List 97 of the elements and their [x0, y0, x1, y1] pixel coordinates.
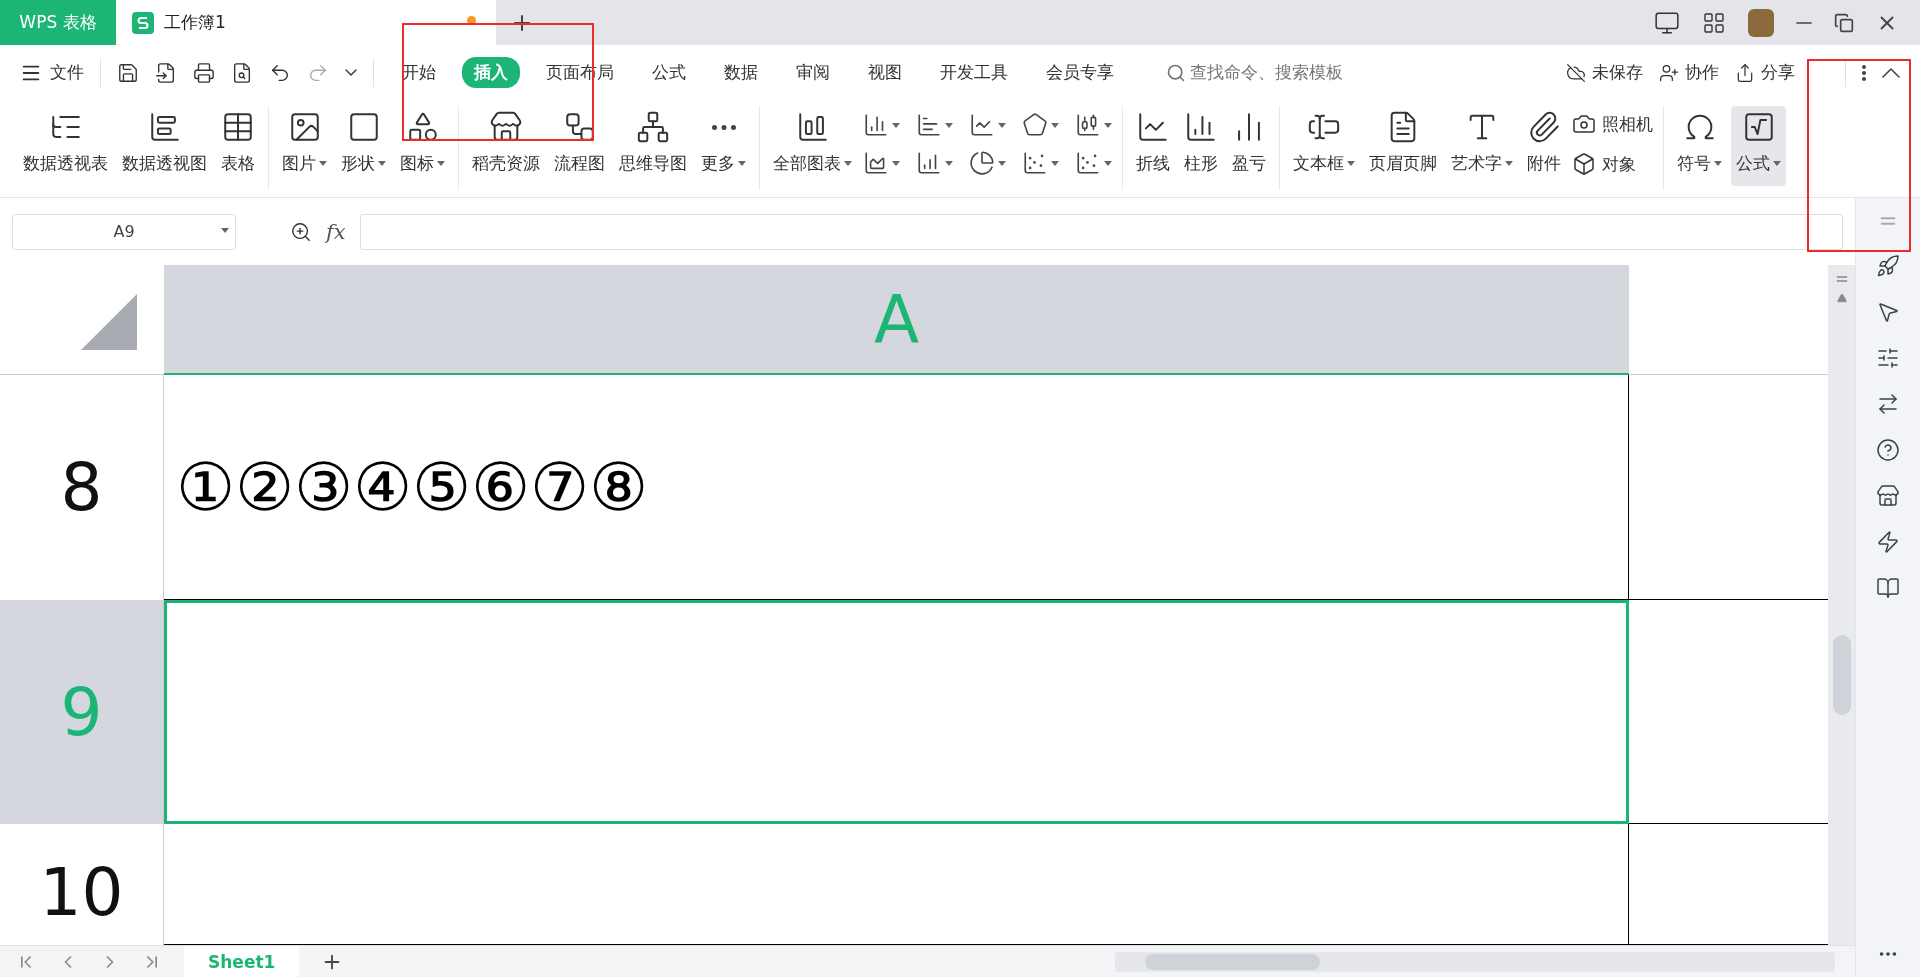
ribbon-button[interactable]: 文本框	[1288, 106, 1360, 186]
name-box[interactable]: A9	[12, 213, 236, 250]
rocket-icon[interactable]	[1876, 254, 1900, 278]
ribbon-button[interactable]: 全部图表	[768, 106, 857, 186]
cell[interactable]: ①②③④⑤⑥⑦⑧	[164, 375, 1629, 600]
spreadsheet-logo-icon	[132, 11, 154, 34]
screen-icon[interactable]	[1654, 9, 1680, 36]
pointer-icon[interactable]	[1876, 300, 1900, 324]
chevron-down-icon	[345, 69, 357, 76]
preview-icon[interactable]	[231, 61, 253, 84]
action-button[interactable]: 分享	[1735, 61, 1795, 84]
mind-map-icon	[636, 110, 670, 144]
ribbon-button[interactable]: 稻壳资源	[467, 106, 545, 186]
share-icon	[1735, 62, 1755, 83]
chevron-up-icon	[1882, 67, 1900, 78]
scrollbar-thumb[interactable]	[1145, 953, 1320, 970]
store-icon[interactable]	[1876, 484, 1900, 508]
ribbon-button[interactable]: 艺术字	[1446, 106, 1518, 186]
camera-icon	[1572, 112, 1596, 136]
area-chart-icon	[863, 150, 889, 176]
menu-tab[interactable]: 视图	[856, 57, 914, 88]
grid-icon[interactable]	[1702, 10, 1726, 35]
bar-chart-icon	[916, 112, 942, 138]
book-icon[interactable]	[1876, 576, 1900, 600]
cell[interactable]	[164, 600, 1629, 824]
ribbon-button[interactable]: 数据透视图	[117, 106, 212, 186]
ribbon-button[interactable]: 更多	[696, 106, 751, 186]
candlestick-chart-icon	[1075, 112, 1101, 138]
lightning-icon[interactable]	[1876, 530, 1900, 554]
menu-tab[interactable]: 公式	[640, 57, 698, 88]
restore-icon	[1834, 12, 1854, 33]
printer-icon[interactable]	[193, 61, 215, 84]
save-icon[interactable]	[117, 61, 139, 84]
function-label[interactable]: fx	[326, 219, 346, 244]
paperclip-icon	[1527, 110, 1561, 144]
zoom-icon[interactable]	[290, 220, 312, 243]
menu-tab[interactable]: 开始	[390, 57, 448, 88]
line-chart-icon	[969, 112, 995, 138]
more-options-button[interactable]	[1862, 64, 1866, 81]
ribbon-button[interactable]: 图片	[277, 106, 332, 186]
restore-button[interactable]	[1834, 12, 1854, 33]
rising-chart-icon	[916, 150, 942, 176]
ribbon-button[interactable]: 柱形	[1179, 106, 1223, 186]
cloud-icon	[1566, 62, 1586, 83]
ribbon-button[interactable]: 页眉页脚	[1364, 106, 1442, 186]
ribbon-button[interactable]: 照相机	[1570, 110, 1655, 138]
pie-chart-icon	[969, 150, 995, 176]
scroll-up-icon[interactable]	[1836, 293, 1847, 303]
menu-tab[interactable]: 开发工具	[928, 57, 1020, 88]
caret-icon	[221, 227, 229, 233]
ribbon-button[interactable]: 折线	[1131, 106, 1175, 186]
chart-type-button[interactable]	[967, 148, 1008, 178]
dots-chart-icon	[1075, 150, 1101, 176]
menu-tab[interactable]: 数据	[712, 57, 770, 88]
cube-icon	[1572, 152, 1596, 176]
customize-button[interactable]	[345, 69, 357, 76]
vertical-dots-icon	[1862, 64, 1866, 81]
line-chart-icon	[1136, 110, 1170, 144]
command-search[interactable]: 查找命令、搜索模板	[1166, 61, 1343, 84]
search-icon	[1166, 62, 1186, 83]
formula-input[interactable]	[359, 213, 1843, 250]
ribbon-button[interactable]: 图标	[395, 106, 450, 186]
table-icon	[221, 110, 255, 144]
scrollbar-thumb[interactable]	[1832, 635, 1851, 715]
document-title: 工作簿1	[164, 11, 226, 34]
document-tab[interactable]: 工作簿1	[116, 0, 496, 45]
minimize-icon	[1796, 21, 1812, 24]
scatter-chart-icon	[1022, 150, 1048, 176]
vertical-scrollbar[interactable]	[1828, 265, 1855, 945]
collapse-button[interactable]	[1882, 67, 1900, 78]
ribbon-button[interactable]: 公式	[1731, 106, 1786, 186]
ribbon-button[interactable]: 思维导图	[614, 106, 692, 186]
minimize-button[interactable]	[1796, 21, 1812, 24]
action-button[interactable]: 未保存	[1566, 61, 1643, 84]
ribbon-button[interactable]: 流程图	[549, 106, 610, 186]
ribbon-button[interactable]: 符号	[1672, 106, 1727, 186]
action-button[interactable]: 协作	[1659, 61, 1719, 84]
ribbon-button[interactable]: 附件	[1522, 106, 1566, 186]
file-menu[interactable]: 文件	[20, 61, 84, 84]
help-icon[interactable]	[1876, 438, 1900, 462]
column-chart-icon	[863, 112, 889, 138]
ribbon-button[interactable]: 数据透视表	[18, 106, 113, 186]
avatar[interactable]	[1748, 8, 1774, 37]
sliders-icon[interactable]	[1876, 346, 1900, 370]
user-plus-icon	[1659, 62, 1679, 83]
menu-tab[interactable]: 会员专享	[1034, 57, 1126, 88]
column-chart-icon	[1184, 110, 1218, 144]
ribbon-button[interactable]: 表格	[216, 106, 260, 186]
ribbon-button[interactable]: 形状	[336, 106, 391, 186]
arrows-icon[interactable]	[1876, 392, 1900, 416]
export-icon[interactable]	[155, 61, 177, 84]
more-icon	[711, 124, 736, 130]
pentagon-icon	[1022, 112, 1048, 138]
ribbon-button[interactable]: 盈亏	[1227, 106, 1271, 186]
horizontal-scrollbar[interactable]	[1115, 951, 1835, 972]
ribbon-button[interactable]: 对象	[1570, 150, 1655, 178]
menu-tab[interactable]: 审阅	[784, 57, 842, 88]
